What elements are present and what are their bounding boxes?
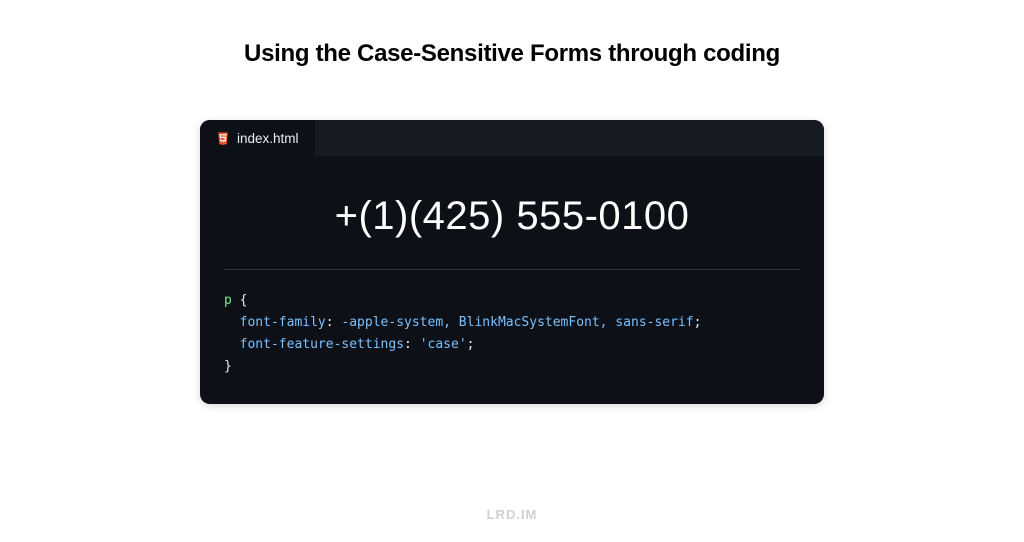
tab-bar: index.html	[200, 120, 824, 156]
watermark: LRD.IM	[487, 507, 538, 522]
code-editor-card: index.html +(1)(425) 555-0100 p { font-f…	[200, 120, 824, 404]
code-colon: :	[404, 337, 412, 352]
code-property: font-family	[240, 315, 326, 330]
html5-icon	[216, 131, 230, 145]
code-colon: :	[326, 315, 334, 330]
code-value: -apple-system, BlinkMacSystemFont, sans-…	[341, 315, 693, 330]
page-title: Using the Case-Sensitive Forms through c…	[244, 40, 780, 68]
css-code-block: p { font-family: -apple-system, BlinkMac…	[200, 270, 824, 404]
code-semicolon: ;	[467, 337, 475, 352]
tab-filename: index.html	[237, 131, 299, 146]
code-property: font-feature-settings	[240, 337, 404, 352]
tab-bar-empty	[315, 120, 824, 156]
code-close-brace: }	[224, 359, 232, 374]
code-open-brace: {	[240, 293, 248, 308]
preview-phone-number: +(1)(425) 555-0100	[220, 194, 804, 239]
code-semicolon: ;	[694, 315, 702, 330]
code-value: 'case'	[420, 337, 467, 352]
code-selector: p	[224, 293, 232, 308]
preview-area: +(1)(425) 555-0100	[200, 156, 824, 269]
tab-index-html[interactable]: index.html	[200, 120, 315, 156]
